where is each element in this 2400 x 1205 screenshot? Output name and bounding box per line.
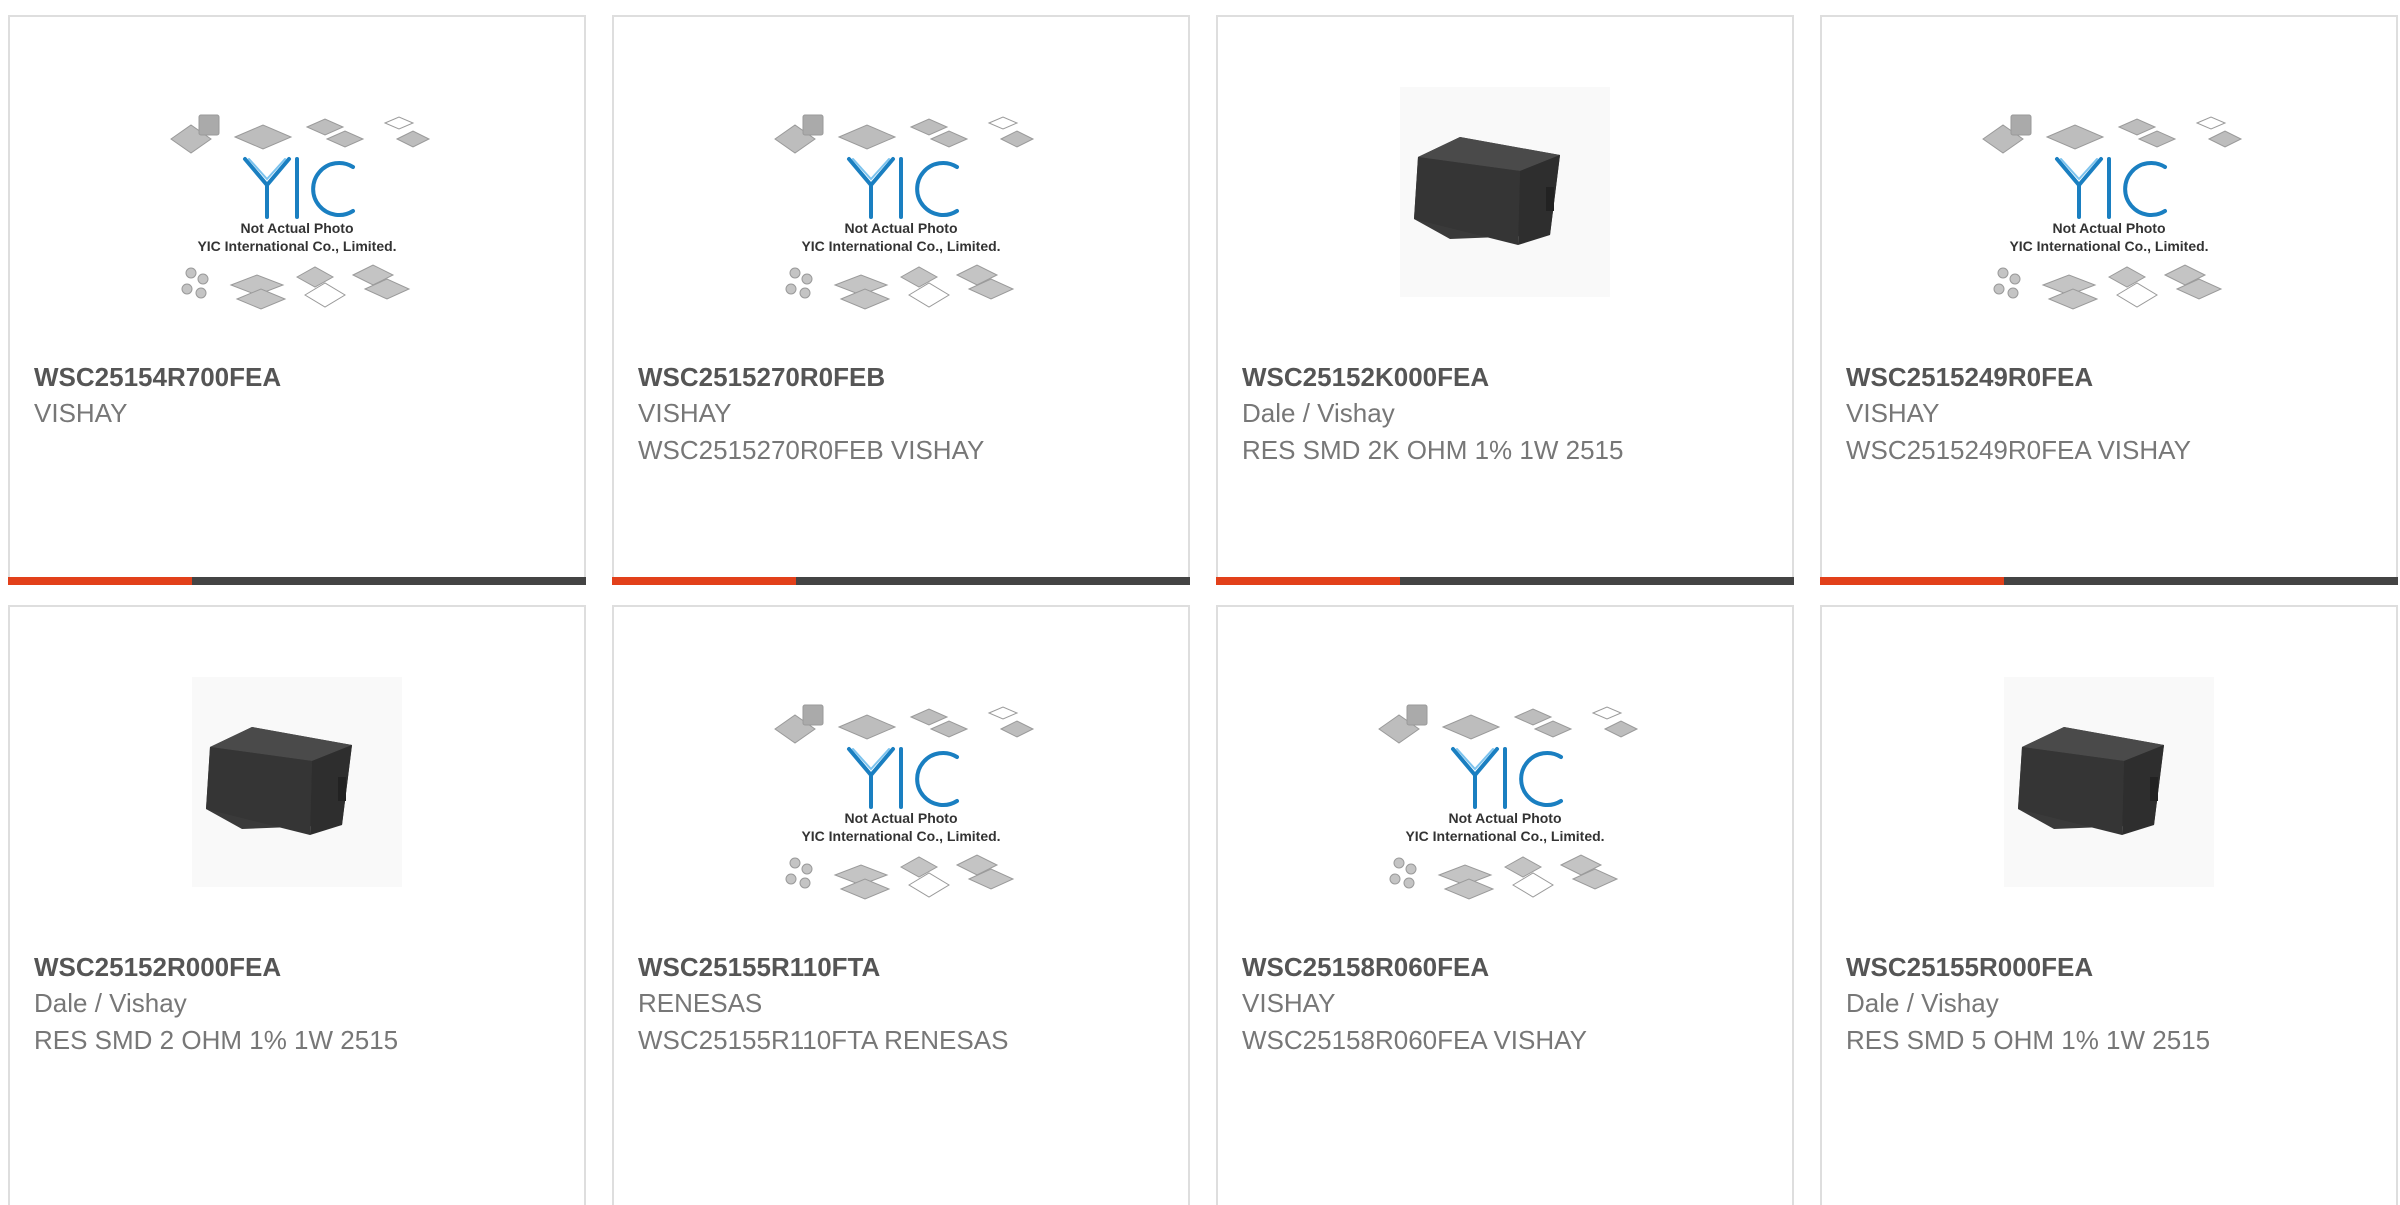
product-info: WSC25155R000FEA Dale / Vishay RES SMD 5 OH… — [1846, 949, 2386, 1059]
part-number[interactable]: WSC25152R000FEA — [34, 949, 574, 985]
product-info: WSC25154R700FEA VISHAY — [34, 359, 574, 432]
description: WSC2515270R0FEB VISHAY — [638, 435, 985, 465]
placeholder-line1: Not Actual Photo — [844, 220, 957, 236]
product-image[interactable]: Not Actual Photo YIC International Co., … — [761, 657, 1041, 947]
card-accent-bar — [8, 577, 192, 585]
card-bottom-bar — [1216, 577, 1794, 585]
part-number[interactable]: WSC25152K000FEA — [1242, 359, 1782, 395]
manufacturer: Dale / Vishay — [1846, 988, 1999, 1018]
placeholder-image: Not Actual Photo YIC International Co., … — [1982, 114, 2243, 310]
part-number[interactable]: WSC25155R110FTA — [638, 949, 1178, 985]
placeholder-image: Not Actual Photo YIC International Co., … — [1378, 704, 1639, 900]
part-number[interactable]: WSC25154R700FEA — [34, 359, 574, 395]
chip-icons-top — [1982, 114, 2243, 154]
card-accent-bar — [612, 577, 796, 585]
description: WSC25158R060FEA VISHAY — [1242, 1025, 1587, 1055]
card-bottom-bar — [1820, 577, 2398, 585]
part-number[interactable]: WSC25158R060FEA — [1242, 949, 1782, 985]
yic-logo — [847, 747, 959, 809]
description: RES SMD 2 OHM 1% 1W 2515 — [34, 1025, 399, 1055]
placeholder-line1: Not Actual Photo — [844, 810, 957, 826]
chip-icons-bottom — [1993, 264, 2223, 310]
placeholder-line1: Not Actual Photo — [2052, 220, 2165, 236]
description: WSC25155R110FTA RENESAS — [638, 1025, 1009, 1055]
chip-icons-top — [774, 704, 1035, 744]
part-number[interactable]: WSC2515270R0FEB — [638, 359, 1178, 395]
chip-icons-top — [774, 114, 1035, 154]
manufacturer: RENESAS — [638, 988, 763, 1018]
placeholder-line2: YIC International Co., Limited. — [801, 828, 1000, 844]
product-image[interactable]: Not Actual Photo YIC International Co., … — [1969, 67, 2249, 357]
placeholder-image: Not Actual Photo YIC International Co., … — [170, 114, 431, 310]
placeholder-line1: Not Actual Photo — [240, 220, 353, 236]
resistor-photo — [192, 677, 402, 887]
card-accent-bar — [1216, 577, 1400, 585]
product-card[interactable]: Not Actual Photo YIC International Co., … — [1216, 605, 1794, 1205]
placeholder-line2: YIC International Co., Limited. — [1405, 828, 1604, 844]
description: RES SMD 2K OHM 1% 1W 2515 — [1242, 435, 1624, 465]
product-info: WSC25152K000FEA Dale / Vishay RES SMD 2K O… — [1242, 359, 1782, 469]
manufacturer: VISHAY — [34, 398, 128, 428]
placeholder-line2: YIC International Co., Limited. — [2009, 238, 2208, 254]
product-info: WSC2515270R0FEB VISHAY WSC2515270R0FEB VIS… — [638, 359, 1178, 469]
part-number[interactable]: WSC2515249R0FEA — [1846, 359, 2386, 395]
placeholder-image: Not Actual Photo YIC International Co., … — [774, 704, 1035, 900]
product-image[interactable]: Not Actual Photo YIC International Co., … — [1365, 657, 1645, 947]
product-card[interactable]: WSC25152R000FEA Dale / Vishay RES SMD 2 OH… — [8, 605, 586, 1205]
manufacturer: Dale / Vishay — [1242, 398, 1395, 428]
placeholder-line2: YIC International Co., Limited. — [801, 238, 1000, 254]
product-card[interactable]: Not Actual Photo YIC International Co., … — [1820, 15, 2398, 585]
product-image[interactable] — [1365, 67, 1645, 357]
chip-icons-bottom — [1389, 854, 1619, 900]
product-image[interactable] — [157, 657, 437, 947]
card-bottom-bar — [8, 577, 586, 585]
product-info: WSC25155R110FTA RENESAS WSC25155R110FTA RE… — [638, 949, 1178, 1059]
chip-icons-bottom — [785, 264, 1015, 310]
product-image[interactable]: Not Actual Photo YIC International Co., … — [157, 67, 437, 357]
description: RES SMD 5 OHM 1% 1W 2515 — [1846, 1025, 2211, 1055]
yic-logo — [1451, 747, 1563, 809]
product-card[interactable]: WSC25152K000FEA Dale / Vishay RES SMD 2K O… — [1216, 15, 1794, 585]
yic-logo — [243, 157, 355, 219]
part-number[interactable]: WSC25155R000FEA — [1846, 949, 2386, 985]
product-card[interactable]: WSC25155R000FEA Dale / Vishay RES SMD 5 OH… — [1820, 605, 2398, 1205]
description: WSC2515249R0FEA VISHAY — [1846, 435, 2191, 465]
placeholder-image: Not Actual Photo YIC International Co., … — [774, 114, 1035, 310]
chip-icons-bottom — [181, 264, 411, 310]
product-image[interactable]: Not Actual Photo YIC International Co., … — [761, 67, 1041, 357]
product-image[interactable] — [1969, 657, 2249, 947]
chip-icons-top — [1378, 704, 1639, 744]
manufacturer: VISHAY — [638, 398, 732, 428]
card-bottom-bar — [612, 577, 1190, 585]
resistor-photo — [1400, 87, 1610, 297]
yic-logo — [2055, 157, 2167, 219]
placeholder-line1: Not Actual Photo — [1448, 810, 1561, 826]
product-card[interactable]: Not Actual Photo YIC International Co., … — [612, 15, 1190, 585]
manufacturer: VISHAY — [1242, 988, 1336, 1018]
product-card[interactable]: Not Actual Photo YIC International Co., … — [612, 605, 1190, 1205]
product-info: WSC25152R000FEA Dale / Vishay RES SMD 2 OH… — [34, 949, 574, 1059]
chip-icons-top — [170, 114, 431, 154]
placeholder-line2: YIC International Co., Limited. — [197, 238, 396, 254]
resistor-photo — [2004, 677, 2214, 887]
product-info: WSC2515249R0FEA VISHAY WSC2515249R0FEA VIS… — [1846, 359, 2386, 469]
yic-logo — [847, 157, 959, 219]
chip-icons-bottom — [785, 854, 1015, 900]
card-accent-bar — [1820, 577, 2004, 585]
product-info: WSC25158R060FEA VISHAY WSC25158R060FEA VIS… — [1242, 949, 1782, 1059]
manufacturer: VISHAY — [1846, 398, 1940, 428]
product-card[interactable]: Not Actual Photo YIC International Co., … — [8, 15, 586, 585]
manufacturer: Dale / Vishay — [34, 988, 187, 1018]
